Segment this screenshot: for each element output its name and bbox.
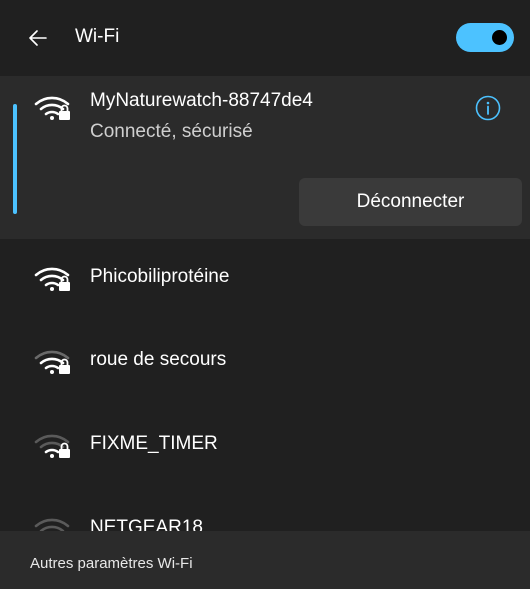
disconnect-button[interactable]: Déconnecter xyxy=(299,178,522,226)
footer: Autres paramètres Wi-Fi xyxy=(0,531,530,589)
network-list-item[interactable]: FIXME_TIMER xyxy=(0,406,530,490)
network-list-item[interactable]: Phicobiliprotéine xyxy=(0,239,530,323)
selection-indicator xyxy=(13,104,17,214)
wifi-secured-icon xyxy=(34,350,70,374)
network-name: NETGEAR18 xyxy=(90,517,203,531)
wifi-secured-icon xyxy=(34,267,70,291)
arrow-left-icon xyxy=(29,30,47,46)
network-name: roue de secours xyxy=(90,349,227,370)
toggle-knob xyxy=(492,30,507,45)
wifi-toggle[interactable] xyxy=(456,23,514,52)
back-button[interactable] xyxy=(18,22,58,54)
wifi-icon xyxy=(34,518,70,531)
network-list-item[interactable]: NETGEAR18 xyxy=(0,490,530,531)
wifi-secured-icon xyxy=(34,434,70,458)
info-icon[interactable] xyxy=(473,93,503,123)
wifi-secured-icon xyxy=(34,96,70,120)
wifi-header: Wi-Fi xyxy=(0,0,530,76)
more-wifi-settings-link[interactable]: Autres paramètres Wi-Fi xyxy=(30,555,193,572)
connection-status: Connecté, sécurisé xyxy=(90,121,253,142)
network-name: Phicobiliprotéine xyxy=(90,266,230,287)
connected-network-card[interactable]: MyNaturewatch-88747de4 Connecté, sécuris… xyxy=(0,76,530,239)
connected-network-name: MyNaturewatch-88747de4 xyxy=(90,90,313,111)
page-title: Wi-Fi xyxy=(75,26,120,47)
network-name: FIXME_TIMER xyxy=(90,433,218,454)
network-list-item[interactable]: roue de secours xyxy=(0,322,530,406)
